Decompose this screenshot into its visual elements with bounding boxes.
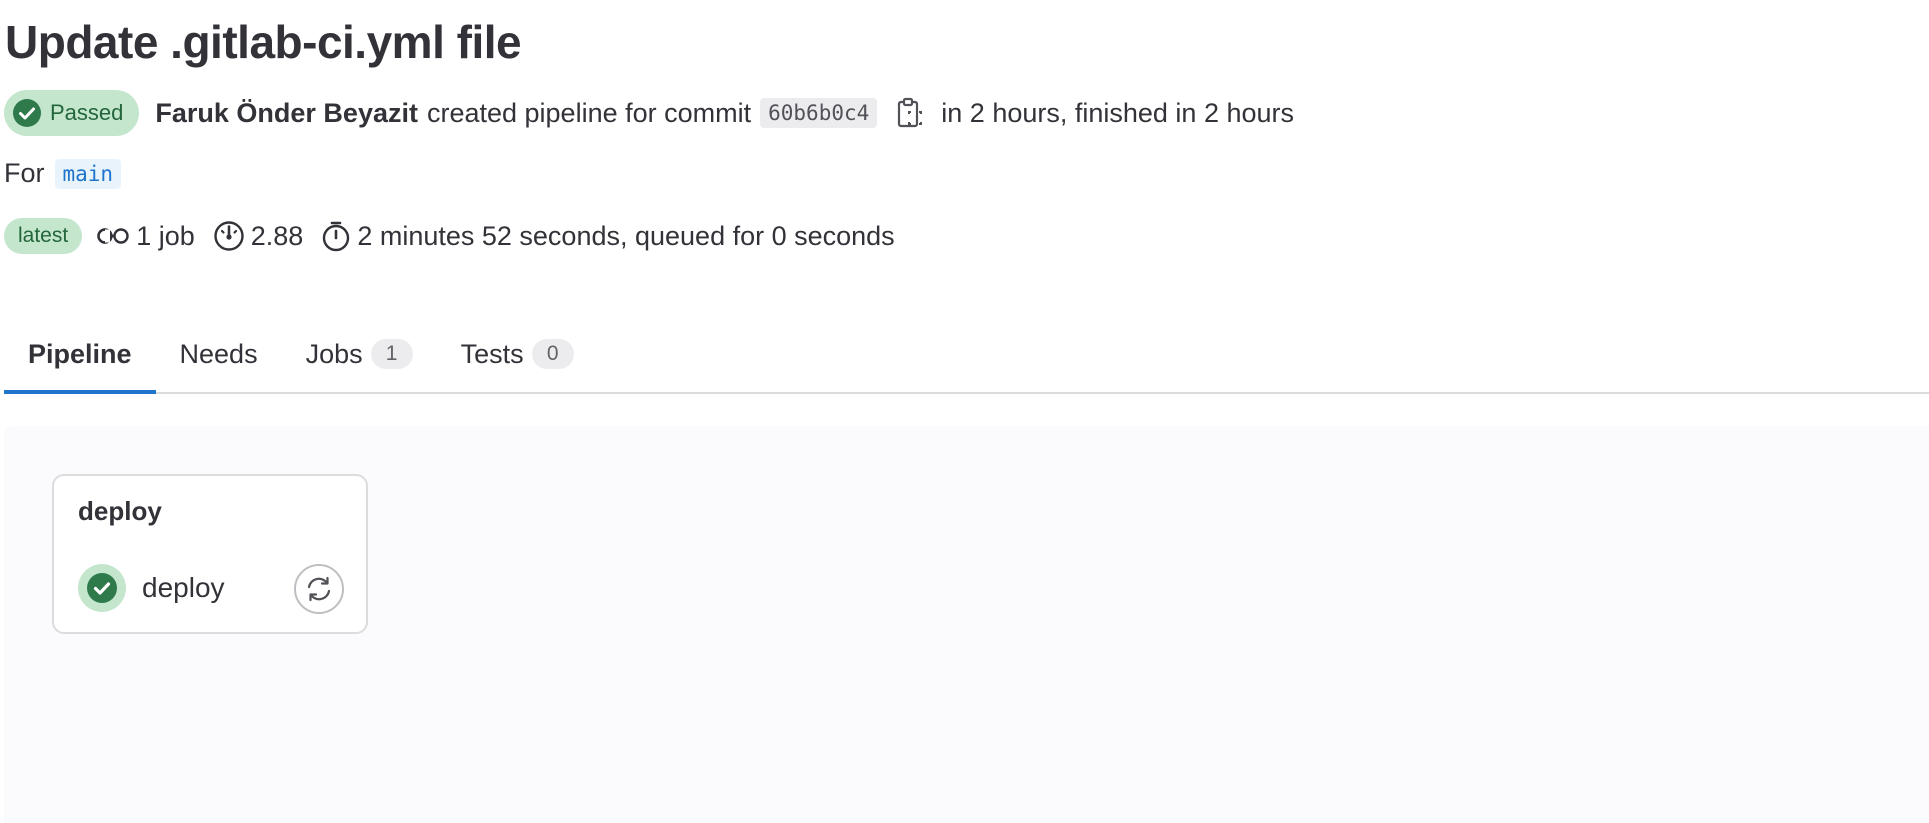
pipeline-page: Update .gitlab-ci.yml file Passed Faruk … [0,0,1929,823]
tab-jobs-count: 1 [370,339,413,369]
tab-tests[interactable]: Tests 0 [437,316,598,392]
author-link[interactable]: Faruk Önder Beyazit [155,98,418,129]
branch-line: For main [4,158,122,189]
tab-needs-label: Needs [179,338,258,369]
tab-tests-count: 0 [531,339,574,369]
check-circle-icon [13,99,41,127]
check-circle-icon [87,573,117,603]
job-status-passed [78,564,126,612]
retry-job-button[interactable] [294,564,344,614]
dashboard-icon [214,221,244,251]
tab-pipeline[interactable]: Pipeline [4,316,156,394]
page-title: Update .gitlab-ci.yml file [5,16,522,68]
job-count-text: 1 job [136,220,195,251]
timer-icon [323,221,350,252]
tab-tests-label: Tests [460,338,524,369]
tab-pipeline-label: Pipeline [28,338,132,369]
compute-usage: 2.88 [213,220,304,252]
pipeline-duration-text: 2 minutes 52 seconds, queued for 0 secon… [357,220,895,251]
latest-badge: latest [4,218,83,254]
job-item[interactable]: deploy [78,564,344,614]
retry-icon [307,576,331,602]
pipeline-status-line: Passed Faruk Önder Beyazit created pipel… [4,90,1294,136]
status-badge[interactable]: Passed [4,90,140,136]
compute-usage-text: 2.88 [250,220,304,251]
commit-sha-link[interactable]: 60b6b0c4 [760,98,878,128]
job-name[interactable]: deploy [142,572,225,604]
branch-link[interactable]: main [54,158,122,189]
pipeline-duration: 2 minutes 52 seconds, queued for 0 secon… [321,220,895,252]
pipeline-icon [97,228,129,244]
pipeline-tabs: Pipeline Needs Jobs 1 Tests 0 [4,316,1929,394]
job-count: 1 job [96,221,195,252]
copy-commit-sha-button[interactable] [895,96,925,130]
pipeline-meta-line: latest 1 job 2.88 2 minutes 52 seconds, … [4,216,905,256]
stage-name: deploy [78,496,162,526]
pipeline-timing-text: in 2 hours, finished in 2 hours [941,97,1294,128]
tab-jobs-label: Jobs [305,338,363,369]
stage-column: deploy deploy [52,474,368,634]
status-badge-label: Passed [50,100,124,125]
copy-to-clipboard-icon [898,97,923,128]
tab-needs[interactable]: Needs [156,316,282,392]
pipeline-action-text: created pipeline for commit [426,97,752,128]
pipeline-graph: deploy deploy [4,426,1929,823]
tab-jobs[interactable]: Jobs 1 [282,316,437,392]
branch-prefix: For [4,158,45,188]
